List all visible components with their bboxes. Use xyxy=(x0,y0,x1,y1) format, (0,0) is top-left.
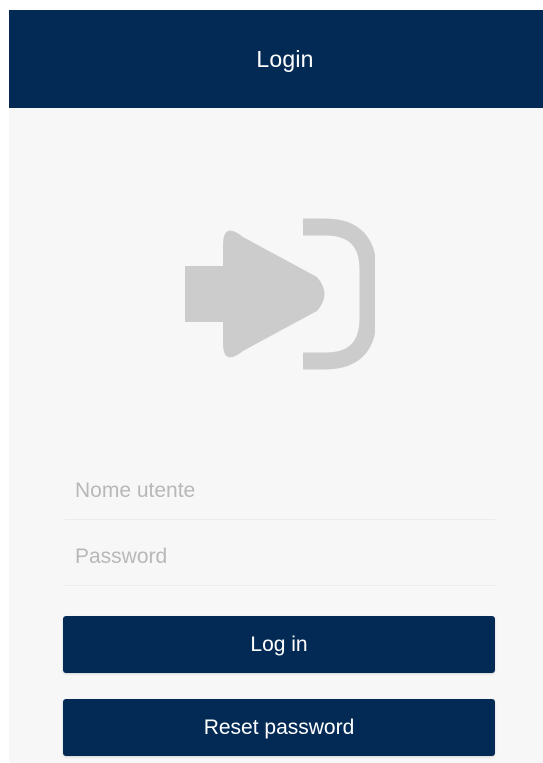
app-header: Login xyxy=(9,10,543,108)
login-screen: Login Log in Reset password xyxy=(9,10,543,763)
login-button[interactable]: Log in xyxy=(63,616,495,673)
password-input[interactable] xyxy=(65,528,495,585)
reset-password-button[interactable]: Reset password xyxy=(63,699,495,756)
password-field[interactable] xyxy=(65,528,495,586)
login-arrow-icon xyxy=(185,218,375,370)
page-title: Login xyxy=(256,45,314,72)
username-field[interactable] xyxy=(65,462,495,520)
username-input[interactable] xyxy=(65,462,495,519)
